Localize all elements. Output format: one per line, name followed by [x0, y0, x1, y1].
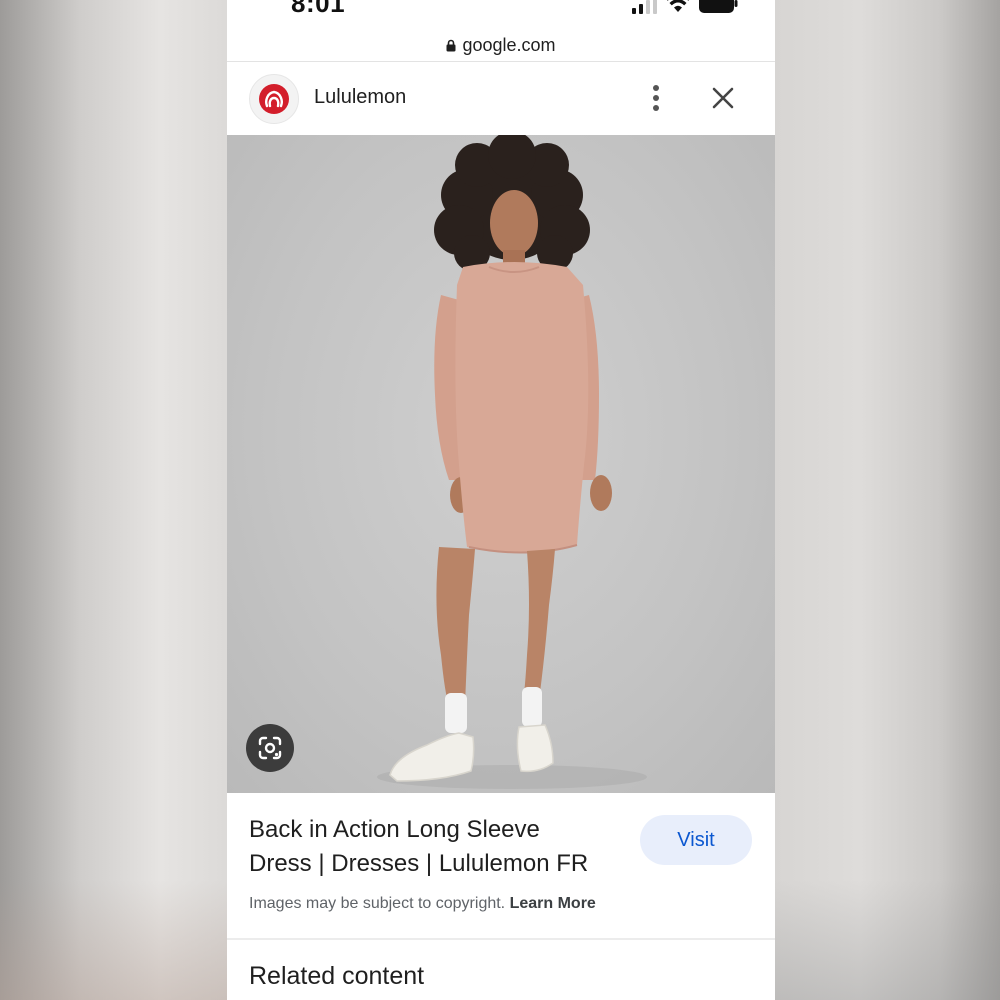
site-name[interactable]: Lululemon — [314, 86, 406, 109]
url-bar[interactable]: google.com — [227, 30, 775, 60]
google-lens-button[interactable] — [246, 724, 294, 772]
product-image[interactable] — [227, 135, 775, 793]
wifi-icon — [666, 0, 690, 12]
visit-button[interactable]: Visit — [640, 815, 752, 865]
result-header: Lululemon — [227, 62, 775, 134]
background-blur-right — [775, 880, 1000, 1000]
signal-icon — [632, 0, 657, 14]
learn-more-link[interactable]: Learn More — [510, 895, 596, 912]
lock-icon — [446, 39, 456, 51]
related-content-heading: Related content — [249, 962, 425, 990]
title-line-1: Back in Action Long Sleeve — [249, 816, 540, 843]
more-vert-icon — [653, 85, 659, 111]
close-button[interactable] — [705, 80, 741, 116]
status-time: 8:01 — [291, 0, 346, 18]
battery-icon — [699, 0, 738, 13]
result-title[interactable]: Back in Action Long Sleeve Dress | Dress… — [249, 813, 619, 881]
section-divider — [227, 938, 775, 940]
phone-screen: 8:01 google.com Lululemon Back in Action… — [227, 0, 775, 1000]
close-icon — [712, 87, 734, 109]
logo-glyph — [265, 90, 283, 108]
logo-mark — [259, 84, 289, 114]
copyright-notice: Images may be subject to copyright. Lear… — [249, 895, 596, 913]
google-lens-icon — [258, 736, 282, 760]
model-photo — [377, 135, 647, 789]
lululemon-logo[interactable] — [249, 74, 299, 124]
status-icons — [632, 0, 739, 14]
background-blur-left — [0, 880, 227, 1000]
copyright-text: Images may be subject to copyright. — [249, 895, 506, 912]
more-options-button[interactable] — [641, 80, 671, 116]
url-text: google.com — [462, 34, 556, 55]
title-line-2: Dress | Dresses | Lululemon FR — [249, 850, 589, 877]
